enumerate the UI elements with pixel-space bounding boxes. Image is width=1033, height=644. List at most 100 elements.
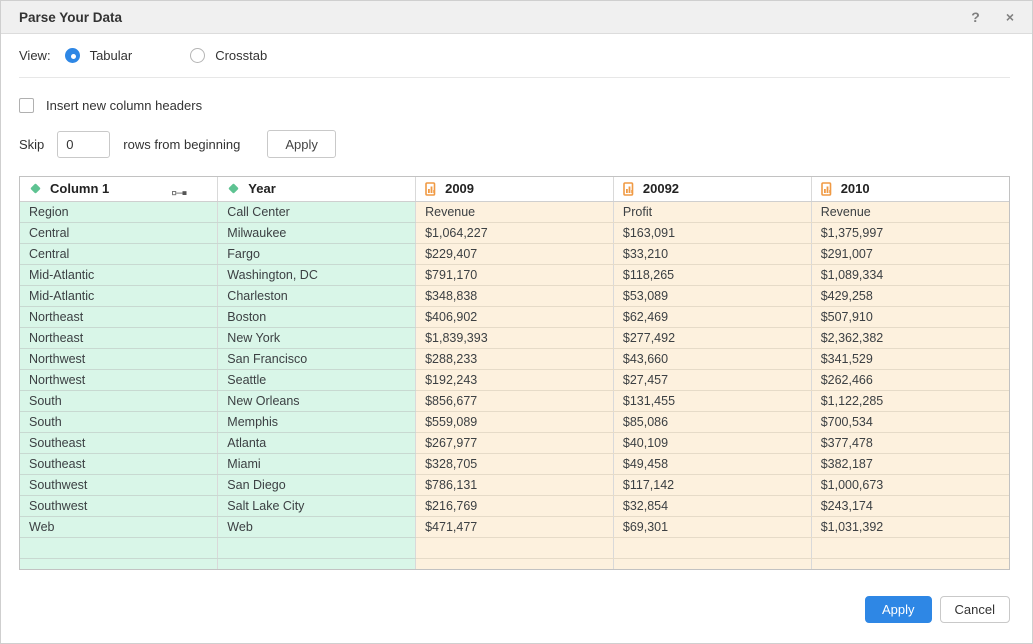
table-cell: Atlanta [218, 432, 416, 453]
insert-headers-checkbox[interactable] [19, 98, 34, 113]
dialog-header: Parse Your Data ? × [1, 1, 1032, 34]
table-cell: $216,769 [416, 495, 614, 516]
data-preview-table-container: Column 1 Year 2009 20092 2010 RegionCall Cen… [19, 176, 1010, 570]
table-row [20, 558, 1009, 570]
table-cell: $117,142 [613, 474, 811, 495]
table-cell: Southwest [20, 495, 218, 516]
table-cell: Southwest [20, 474, 218, 495]
table-cell: South [20, 390, 218, 411]
dimension-diamond-icon [227, 182, 240, 195]
table-cell: $406,902 [416, 306, 614, 327]
table-cell: South [20, 411, 218, 432]
table-cell: $559,089 [416, 411, 614, 432]
dialog-title: Parse Your Data [19, 10, 945, 25]
column-header-label: 2010 [841, 181, 870, 196]
table-cell: $43,660 [613, 348, 811, 369]
table-cell: Profit [613, 201, 811, 222]
table-cell: $32,854 [613, 495, 811, 516]
table-cell [218, 558, 416, 570]
table-cell [613, 558, 811, 570]
table-cell: $328,705 [416, 453, 614, 474]
close-icon[interactable]: × [1006, 10, 1014, 24]
table-cell: $341,529 [811, 348, 1009, 369]
insert-headers-row: Insert new column headers [19, 98, 1010, 113]
table-cell: $53,089 [613, 285, 811, 306]
table-cell: Miami [218, 453, 416, 474]
table-cell: $288,233 [416, 348, 614, 369]
help-icon[interactable]: ? [971, 10, 980, 24]
view-option-tabular[interactable]: Tabular [65, 48, 133, 63]
skip-rows-input[interactable] [57, 131, 110, 158]
table-cell: $192,243 [416, 369, 614, 390]
insert-headers-label: Insert new column headers [46, 98, 202, 113]
table-cell: $131,455 [613, 390, 811, 411]
table-cell: Region [20, 201, 218, 222]
table-row: SoutheastMiami$328,705$49,458$382,187 [20, 453, 1009, 474]
table-cell: Web [218, 516, 416, 537]
table-row: CentralMilwaukee$1,064,227$163,091$1,375… [20, 222, 1009, 243]
table-cell: Northeast [20, 327, 218, 348]
table-cell: $429,258 [811, 285, 1009, 306]
table-cell: $62,469 [613, 306, 811, 327]
view-option-crosstab[interactable]: Crosstab [190, 48, 267, 63]
table-cell: Web [20, 516, 218, 537]
column-header-label: Column 1 [50, 181, 109, 196]
table-cell [811, 537, 1009, 558]
table-cell: $243,174 [811, 495, 1009, 516]
table-cell: $267,977 [416, 432, 614, 453]
table-cell: Central [20, 222, 218, 243]
radio-tabular-icon[interactable] [65, 48, 80, 63]
table-cell [416, 558, 614, 570]
table-cell: Northwest [20, 348, 218, 369]
table-cell: $291,007 [811, 243, 1009, 264]
column-header-20092[interactable]: 20092 [613, 177, 811, 201]
view-selector-row: View: Tabular Crosstab [19, 34, 1010, 78]
table-cell: $1,375,997 [811, 222, 1009, 243]
table-cell: $1,000,673 [811, 474, 1009, 495]
skip-after-label: rows from beginning [123, 137, 240, 152]
table-row: NorthwestSan Francisco$288,233$43,660$34… [20, 348, 1009, 369]
table-cell [20, 537, 218, 558]
table-cell: Revenue [811, 201, 1009, 222]
table-cell: Milwaukee [218, 222, 416, 243]
cancel-button[interactable]: Cancel [940, 596, 1010, 623]
table-cell: Charleston [218, 285, 416, 306]
radio-crosstab-icon[interactable] [190, 48, 205, 63]
table-row: Mid-AtlanticWashington, DC$791,170$118,2… [20, 264, 1009, 285]
table-cell: $1,089,334 [811, 264, 1009, 285]
table-cell: $507,910 [811, 306, 1009, 327]
table-row: NortheastNew York$1,839,393$277,492$2,36… [20, 327, 1009, 348]
table-cell: $1,064,227 [416, 222, 614, 243]
skip-apply-button[interactable]: Apply [267, 130, 336, 158]
parse-table-body: RegionCall CenterRevenueProfitRevenueCen… [20, 201, 1009, 570]
numeric-column-icon [821, 182, 833, 196]
table-row: SouthMemphis$559,089$85,086$700,534 [20, 411, 1009, 432]
table-cell: Seattle [218, 369, 416, 390]
column-header-year[interactable]: Year [218, 177, 416, 201]
merge-columns-icon[interactable] [172, 185, 187, 200]
table-cell: $700,534 [811, 411, 1009, 432]
table-cell: Mid-Atlantic [20, 285, 218, 306]
table-cell: Southeast [20, 453, 218, 474]
radio-tabular-label: Tabular [90, 48, 133, 63]
table-cell: Southeast [20, 432, 218, 453]
table-cell: $85,086 [613, 411, 811, 432]
table-row: Mid-AtlanticCharleston$348,838$53,089$42… [20, 285, 1009, 306]
column-header-2009[interactable]: 2009 [416, 177, 614, 201]
table-cell [218, 537, 416, 558]
table-cell: $33,210 [613, 243, 811, 264]
table-row: SouthwestSalt Lake City$216,769$32,854$2… [20, 495, 1009, 516]
table-cell: $471,477 [416, 516, 614, 537]
table-cell [613, 537, 811, 558]
column-header-column-1[interactable]: Column 1 [20, 177, 218, 201]
table-cell: New Orleans [218, 390, 416, 411]
table-cell: Revenue [416, 201, 614, 222]
column-header-label: 20092 [643, 181, 679, 196]
skip-label: Skip [19, 137, 44, 152]
column-header-2010[interactable]: 2010 [811, 177, 1009, 201]
apply-button[interactable]: Apply [865, 596, 932, 623]
skip-rows-row: Skip rows from beginning Apply [19, 130, 1010, 158]
dimension-diamond-icon [29, 182, 42, 195]
column-header-label: Year [248, 181, 275, 196]
table-row: NortheastBoston$406,902$62,469$507,910 [20, 306, 1009, 327]
